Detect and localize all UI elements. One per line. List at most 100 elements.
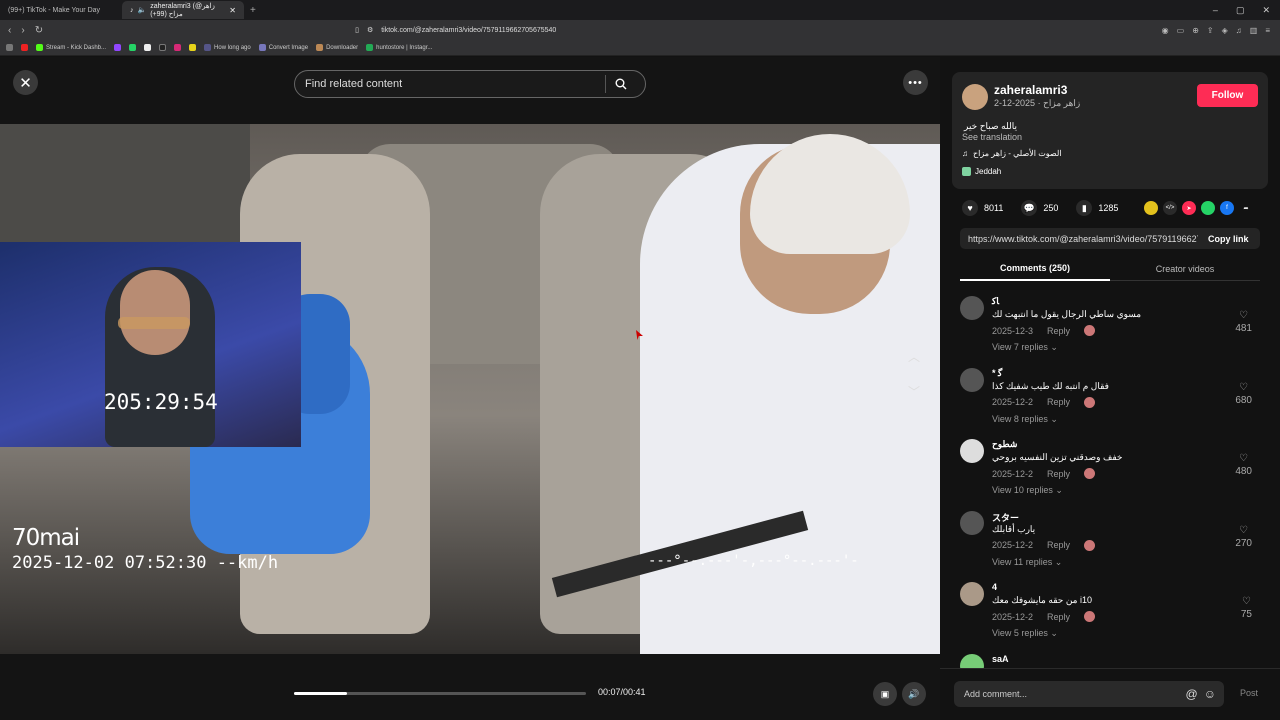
comment-like-button[interactable]: ♡ 480	[1235, 453, 1252, 477]
avatar[interactable]	[960, 439, 984, 463]
bookmark-downloader[interactable]: Downloader	[316, 44, 358, 51]
apps-icon[interactable]	[6, 44, 13, 51]
eye-icon[interactable]: ◉	[1162, 26, 1169, 35]
tiktok-bm-icon[interactable]	[159, 44, 167, 51]
post-button[interactable]: Post	[1240, 688, 1258, 698]
youtube-icon[interactable]	[21, 44, 28, 51]
forward-icon[interactable]: ›	[21, 25, 24, 36]
music-icon[interactable]: ♫	[1236, 26, 1242, 35]
mention-icon[interactable]: @	[1186, 687, 1198, 701]
view-replies-button[interactable]: View 7 replies ⌄	[992, 342, 1058, 353]
url-text[interactable]: tiktok.com/@zaheralamri3/video/757911966…	[381, 27, 556, 34]
restore-icon[interactable]: ▢	[1236, 5, 1245, 16]
location-tag[interactable]: Jeddah	[962, 167, 1001, 176]
avatar[interactable]	[962, 84, 988, 110]
new-tab-button[interactable]: +	[250, 5, 256, 16]
bookmark-icon[interactable]: ▯	[355, 26, 359, 34]
tab-comments[interactable]: Comments (250)	[960, 257, 1110, 281]
bookmark-how-long-ago[interactable]: How long ago	[204, 44, 251, 51]
browser-tab-active[interactable]: ♪ 🔈 zaheralamri3 (@زاهر مزاح (99+) ✕	[122, 1, 244, 19]
view-replies-button[interactable]: View 8 replies ⌄	[992, 414, 1058, 425]
reply-button[interactable]: Reply	[1047, 540, 1070, 550]
reply-button[interactable]: Reply	[1047, 397, 1070, 407]
view-replies-button[interactable]: View 10 replies ⌄	[992, 485, 1063, 496]
x-icon[interactable]	[144, 44, 152, 51]
comment-input[interactable]	[964, 689, 1164, 699]
comment-button[interactable]: 💬 250	[1021, 200, 1058, 216]
reply-button[interactable]: Reply	[1047, 612, 1070, 622]
back-icon[interactable]: ‹	[8, 25, 11, 36]
avatar[interactable]	[960, 582, 984, 606]
comment-like-button[interactable]: ♡ 75	[1241, 596, 1252, 620]
comment-text: من حقه مايشوفك معك i10	[992, 595, 1093, 605]
sidebar-icon[interactable]: ▥	[1250, 26, 1258, 35]
reload-icon[interactable]: ↻	[35, 25, 43, 36]
copy-link-button[interactable]: Copy link	[1208, 234, 1249, 244]
previous-video-button[interactable]: ︿	[903, 345, 925, 367]
avatar[interactable]	[960, 367, 984, 392]
search-bar[interactable]	[294, 70, 646, 98]
tab-creator-videos[interactable]: Creator videos	[1110, 257, 1260, 281]
facebook-icon[interactable]: f	[1220, 201, 1234, 215]
whatsapp-icon[interactable]	[129, 44, 137, 51]
comment-author[interactable]: شطوح	[992, 439, 1017, 450]
avatar[interactable]	[960, 296, 984, 320]
comment-like-count: 270	[1235, 537, 1252, 549]
close-tab-icon[interactable]: ✕	[229, 6, 236, 15]
view-replies-button[interactable]: View 11 replies ⌄	[992, 557, 1062, 568]
floating-player-button[interactable]: ▣	[873, 682, 897, 706]
share-icon[interactable]: ⇪	[1207, 26, 1214, 35]
comment-count: 250	[1043, 203, 1059, 213]
save-button[interactable]: ▮ 1285	[1076, 200, 1118, 216]
close-window-icon[interactable]: ✕	[1262, 5, 1270, 16]
share-arrow-icon[interactable]: ➦	[1239, 201, 1253, 215]
bookmark-convert-image[interactable]: Convert Image	[258, 44, 308, 51]
send-icon[interactable]: ➤	[1182, 201, 1196, 215]
browser-tab-tiktok-home[interactable]: (99+) TikTok - Make Your Day	[0, 1, 122, 19]
brave-shield-icon[interactable]: ◈	[1222, 26, 1228, 35]
reply-button[interactable]: Reply	[1047, 326, 1070, 336]
music-link[interactable]: ♫ الصوت الأصلي - زاهر مزاح	[962, 149, 1062, 158]
comment-author[interactable]: 4	[992, 582, 997, 592]
search-icon[interactable]	[606, 78, 636, 90]
menu-icon[interactable]: ≡	[1265, 26, 1270, 35]
bookmark-huntostore[interactable]: huntostore | Instagr...	[366, 44, 432, 51]
volume-button[interactable]: 🔊	[902, 682, 926, 706]
comment-like-button[interactable]: ♡ 481	[1235, 310, 1252, 334]
minimize-icon[interactable]: –	[1213, 5, 1218, 16]
follow-button[interactable]: Follow	[1197, 84, 1258, 107]
bookmark-kick[interactable]: Stream - Kick Dashb...	[36, 44, 106, 51]
next-video-button[interactable]: ﹀	[903, 380, 925, 402]
author-name[interactable]: zaheralamri3	[994, 83, 1067, 97]
twitch-icon[interactable]	[114, 44, 122, 51]
comment-author[interactable]: スター	[992, 511, 1019, 524]
see-translation-link[interactable]: See translation	[962, 132, 1022, 142]
view-replies-button[interactable]: View 5 replies ⌄	[992, 628, 1058, 639]
reply-button[interactable]: Reply	[1047, 469, 1070, 479]
comment-field[interactable]: @☺	[954, 681, 1224, 707]
comment-like-button[interactable]: ♡ 270	[1235, 525, 1252, 549]
more-options-button[interactable]: •••	[903, 70, 928, 95]
search-input[interactable]	[305, 78, 605, 90]
replies-label: View 5 replies	[992, 628, 1048, 638]
site-settings-icon[interactable]: ⚙	[367, 26, 373, 34]
emoji-icon[interactable]: ☺	[1204, 687, 1216, 701]
comment-author[interactable]: * ﮔ	[992, 368, 1002, 379]
snapchat-icon[interactable]	[189, 44, 197, 51]
comment-like-button[interactable]: ♡ 680	[1235, 382, 1252, 406]
video-frame[interactable]	[0, 124, 940, 654]
list-item: スター يارب أقابلك 2025-12-2 Reply View 11 r…	[960, 509, 1260, 581]
avatar[interactable]	[960, 510, 984, 535]
video-link[interactable]: https://www.tiktok.com/@zaheralamri3/vid…	[968, 234, 1198, 244]
comment-author[interactable]: saA	[992, 654, 1009, 664]
coin-icon[interactable]	[1144, 201, 1158, 215]
comment-author[interactable]: ﺎﻛ	[992, 296, 999, 307]
whatsapp-share-icon[interactable]	[1201, 201, 1215, 215]
embed-icon[interactable]: </>	[1163, 201, 1177, 215]
zoom-icon[interactable]: ⊕	[1192, 26, 1199, 35]
like-button[interactable]: ♥ 8011	[962, 200, 1003, 216]
close-button[interactable]: ✕	[13, 70, 38, 95]
cast-icon[interactable]: ▭	[1177, 26, 1185, 35]
progress-bar[interactable]	[294, 692, 586, 695]
instagram-icon[interactable]	[174, 44, 182, 51]
